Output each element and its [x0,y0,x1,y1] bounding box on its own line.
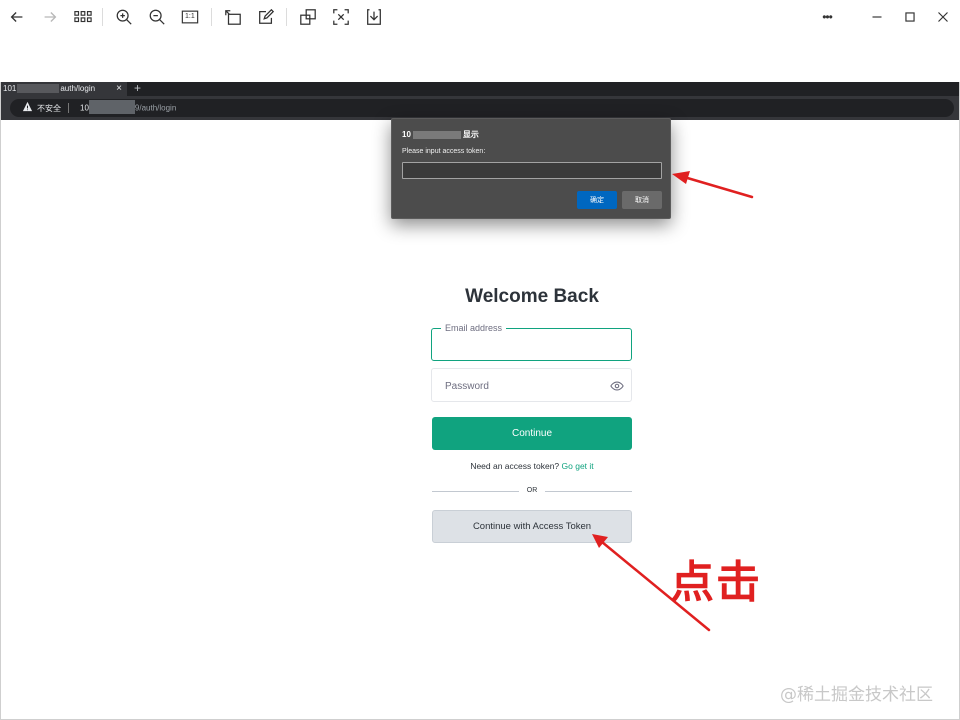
toolbar-divider [211,8,212,26]
grid-icon[interactable] [71,5,95,29]
need-token-label: Need an access token? [470,461,560,471]
omnibox[interactable]: 不安全 10 9/auth/login [10,99,954,117]
actual-size-label: 1:1 [185,13,195,20]
actual-size-icon[interactable]: 1:1 [178,5,202,29]
continue-with-access-token-button[interactable]: Continue with Access Token [432,510,632,543]
go-get-it-link[interactable]: Go get it [562,461,594,471]
more-label: ••• [822,10,833,24]
redaction-block [88,100,135,114]
prompt-dialog: 10 显示 Please input access token: 确定 取消 [391,118,671,219]
fullscreen-icon[interactable] [329,5,353,29]
browser-tabstrip: 101 auth/login × + [1,82,959,96]
password-field[interactable] [445,378,605,394]
dialog-title: 10 显示 [402,129,479,140]
zoom-in-icon[interactable] [112,5,136,29]
url-host: 10 [80,103,89,113]
rotate-icon[interactable] [221,5,245,29]
insecure-label[interactable]: 不安全 [37,103,61,114]
minimize-icon[interactable] [865,5,889,29]
email-field[interactable] [442,337,622,353]
new-tab-icon[interactable]: + [134,82,141,95]
divider-line [545,491,632,492]
download-icon[interactable] [362,5,386,29]
dialog-ok-button[interactable]: 确定 [577,191,617,209]
warning-icon [22,101,33,112]
password-field-wrapper [431,368,632,402]
or-divider: OR [432,486,632,496]
dialog-title-suffix: 显示 [462,130,479,139]
close-icon[interactable] [931,5,955,29]
toolbar-divider [102,8,103,26]
crop-icon[interactable] [296,5,320,29]
arrow-right-icon[interactable] [38,5,62,29]
tab-title-suffix: auth/login [60,84,96,93]
dialog-cancel-button[interactable]: 取消 [622,191,662,209]
url-path: 9/auth/login [134,103,177,113]
click-annotation: 点击 [670,557,762,608]
url-text: 10 9/auth/login [80,100,177,114]
zoom-out-icon[interactable] [145,5,169,29]
arrow-left-icon[interactable] [5,5,29,29]
edit-icon[interactable] [254,5,278,29]
dialog-message: Please input access token: [402,148,486,155]
omnibox-divider [68,103,69,113]
need-token-text: Need an access token? Go get it [432,461,632,471]
email-label: Email address [441,323,507,333]
email-field-wrapper: Email address [431,323,632,361]
tab-title-prefix: 101 [3,84,17,93]
eye-icon[interactable] [610,379,624,393]
dialog-title-prefix: 10 [402,130,411,139]
tab-close-icon[interactable]: × [116,82,122,96]
continue-button[interactable]: Continue [432,417,632,450]
redaction-block [412,130,461,139]
browser-tab[interactable]: 101 auth/login × [1,82,127,96]
browser-address-bar: 不安全 10 9/auth/login [1,96,959,120]
page-title: Welcome Back [465,286,599,307]
viewer-toolbar: 1:1 ••• [0,0,960,34]
redaction-block [17,84,60,94]
access-token-input[interactable] [402,162,662,179]
toolbar-divider [286,8,287,26]
watermark: @稀土掘金技术社区 [780,685,933,705]
maximize-icon[interactable] [898,5,922,29]
more-icon[interactable]: ••• [815,5,839,29]
